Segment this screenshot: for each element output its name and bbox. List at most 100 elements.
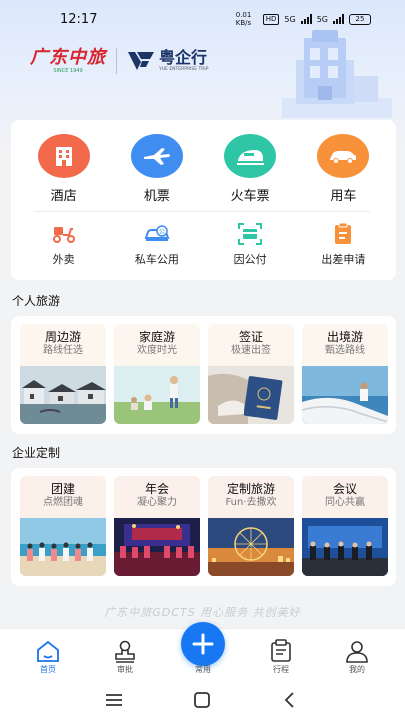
tab-itinerary-label: 行程 [273,665,289,674]
hotel-icon [37,134,90,178]
network-label-2: 5G [316,14,328,24]
tile-team-building[interactable]: 团建 点燃团魂 [20,476,106,576]
service-train-label: 火车票 [230,189,270,204]
tab-itinerary[interactable]: 行程 [251,639,311,675]
yqx-logo-name: 粤企行 [159,48,208,67]
water-town-image [20,366,106,424]
service-takeout[interactable]: 外卖 [24,220,104,267]
service-hotel[interactable]: 酒店 [24,134,104,204]
common-add-button[interactable] [181,622,225,666]
tile-subtitle: 点燃团魂 [43,497,83,508]
slogan: 广东中旅GDCTS 用心服务 共创美好 [104,606,301,619]
tab-approval-label: 审批 [117,665,133,674]
private-car-icon: 公 [143,220,171,248]
svg-text:公: 公 [159,229,165,236]
service-hotel-label: 酒店 [50,189,77,204]
home-square-icon[interactable] [192,691,212,709]
yacht-image [302,366,388,424]
gdcts-logo-text: 广东中旅 [30,46,106,68]
passport-image [208,366,294,424]
tile-nearby-tour[interactable]: 周边游 路线任选 [20,324,106,424]
user-icon [346,641,368,663]
tab-home[interactable]: 首页 [18,639,78,675]
gdcts-logo: 广东中旅 SINCE 1949 [30,46,106,75]
service-train[interactable]: 火车票 [210,134,290,204]
tab-common-label: 常用 [195,665,211,674]
train-icon [224,134,277,178]
secondary-services: 外卖 公 私车公用 因公付 出差申请 [11,220,396,267]
service-flight[interactable]: 机票 [117,134,197,204]
enterprise-custom-title: 企业定制 [12,446,61,460]
tile-title: 签证 [238,330,263,344]
tile-subtitle: 凝心聚力 [137,497,177,508]
service-trip-request-label: 出差申请 [321,253,366,266]
service-official-pay-label: 因公付 [233,253,267,266]
scan-pay-icon [236,220,264,248]
service-trip-request[interactable]: 出差申请 [303,220,383,267]
service-official-pay[interactable]: 因公付 [210,220,290,267]
tile-family-tour[interactable]: 家庭游 欢度时光 [114,324,200,424]
battery-icon: 25 [349,13,371,25]
tile-title: 出境游 [326,330,363,344]
tile-subtitle: 极速出签 [231,345,271,356]
home-icon [37,640,59,662]
tile-subtitle: 同心共赢 [325,497,365,508]
tile-title: 会议 [332,482,357,496]
tab-approval[interactable]: 审批 [95,639,155,675]
status-time: 12:17 [60,11,98,27]
approval-stamp-icon [115,640,135,663]
tab-home-label: 首页 [40,665,56,674]
personal-travel-title: 个人旅游 [12,294,61,308]
car-icon [317,134,370,178]
hd-badge: HD [262,13,280,25]
logo-divider [116,48,117,74]
yqx-logo-en: YUE ENTERPRISE TRIP [159,67,209,72]
trip-request-icon [329,220,357,248]
network-label-1: 5G [284,14,296,24]
service-flight-label: 机票 [143,189,170,204]
tile-conference[interactable]: 会议 同心共赢 [302,476,388,576]
scooter-icon [50,220,78,248]
tab-mine[interactable]: 我的 [327,639,387,675]
signal-icon [300,14,312,24]
ferris-wheel-image [208,518,294,576]
enterprise-custom-card: 团建 点燃团魂 年会 凝心聚力 定制旅游 Fun·去撒欢 会议 同心共赢 [11,468,396,586]
yqx-mark-icon [128,52,154,70]
beach-group-image [20,518,106,576]
service-private-car-label: 私车公用 [134,253,179,266]
yqx-logo: 粤企行 YUE ENTERPRISE TRIP [127,49,208,73]
services-card: 酒店 机票 火车票 用车 外卖 公 私车公用 因公付 出差申请 [11,120,396,280]
tile-title: 家庭游 [138,330,175,344]
tile-annual-meeting[interactable]: 年会 凝心聚力 [114,476,200,576]
tile-custom-tour[interactable]: 定制旅游 Fun·去撒欢 [208,476,294,576]
tile-subtitle: 欢度时光 [137,345,177,356]
service-car[interactable]: 用车 [303,134,383,204]
family-picnic-image [114,366,200,424]
gdcts-logo-sub: SINCE 1949 [53,67,83,74]
tile-subtitle: 甄选路线 [325,345,365,356]
brand-logos: 广东中旅 SINCE 1949 粤企行 YUE ENTERPRISE TRIP [30,46,208,76]
primary-services: 酒店 机票 火车票 用车 [11,134,396,204]
plus-icon [192,633,214,655]
net-speed: 0.01 KB/s [235,11,252,27]
tile-title: 年会 [144,482,169,496]
tile-subtitle: Fun·去撒欢 [225,497,277,508]
status-icons: 0.01 KB/s HD 5G 5G 25 [236,11,371,27]
tab-mine-label: 我的 [349,665,365,674]
tile-title: 团建 [50,482,75,496]
tile-visa[interactable]: 签证 极速出签 [208,324,294,424]
menu-icon[interactable] [104,691,124,709]
services-divider [35,211,370,212]
service-private-car[interactable]: 公 私车公用 [117,220,197,267]
airplane-icon [130,134,183,178]
tile-outbound-tour[interactable]: 出境游 甄选路线 [302,324,388,424]
service-takeout-label: 外卖 [52,253,75,266]
tile-subtitle: 路线任选 [43,345,83,356]
building-illustration [282,30,392,118]
system-navigation-bar [0,680,405,720]
personal-travel-card: 周边游 路线任选 家庭游 欢度时光 签证 极速出签 出境游 甄选路线 [11,316,396,434]
tile-title: 周边游 [44,330,81,344]
itinerary-icon [271,639,291,662]
back-icon[interactable] [280,691,300,709]
service-car-label: 用车 [330,189,357,204]
